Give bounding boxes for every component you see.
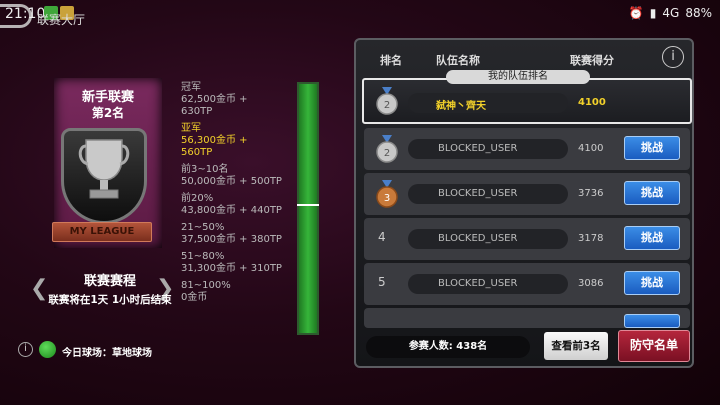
rank-progress-marker bbox=[297, 204, 319, 206]
alarm-icon: ⏰ bbox=[628, 6, 644, 20]
challenge-button[interactable]: 挑战 bbox=[624, 136, 680, 160]
silver-medal-icon: 2 bbox=[376, 135, 398, 163]
schedule-countdown: 联赛将在1天 1小时后结束 bbox=[48, 294, 172, 306]
team-name-bar bbox=[408, 93, 568, 113]
column-header-rank: 排名 bbox=[380, 54, 402, 67]
reward-line: 0金币 bbox=[181, 292, 208, 303]
participant-count: 参赛人数: 438名 bbox=[366, 336, 530, 358]
reward-line: 56,300金币 + bbox=[181, 135, 248, 146]
team-score: 3736 bbox=[578, 188, 604, 199]
reward-title: 冠军 bbox=[181, 82, 201, 93]
team-name: BLOCKED_USER bbox=[438, 233, 518, 244]
reward-title: 21~50% bbox=[181, 222, 225, 233]
challenge-button[interactable]: 挑战 bbox=[624, 271, 680, 295]
reward-line: 43,800金币 + 440TP bbox=[181, 205, 282, 216]
my-team-row: 2 弑神丶齊天 4100 bbox=[362, 78, 692, 124]
leaderboard-row: 3 BLOCKED_USER 3736 挑战 bbox=[364, 173, 690, 215]
svg-text:3: 3 bbox=[384, 193, 390, 204]
bronze-medal-icon: 3 bbox=[376, 180, 398, 208]
team-name: BLOCKED_USER bbox=[438, 188, 518, 199]
info-icon[interactable]: i bbox=[662, 46, 684, 68]
leaderboard-row: 2 BLOCKED_USER 4100 挑战 bbox=[364, 128, 690, 170]
reward-item: 81~100% 0金币 bbox=[181, 280, 291, 304]
team-score: 3178 bbox=[578, 233, 604, 244]
svg-text:2: 2 bbox=[384, 148, 390, 159]
rank-progress-fill bbox=[299, 84, 317, 333]
reward-title: 亚军 bbox=[181, 123, 201, 134]
rank-progress-bar bbox=[297, 82, 319, 335]
league-rank: 第2名 bbox=[91, 106, 125, 120]
challenge-button[interactable]: 挑战 bbox=[624, 181, 680, 205]
team-name: BLOCKED_USER bbox=[438, 143, 518, 154]
battery-level: 88% bbox=[685, 6, 712, 20]
reward-item: 前3~10名 50,000金币 + 500TP bbox=[181, 164, 291, 188]
reward-item: 前20% 43,800金币 + 440TP bbox=[181, 193, 291, 217]
rank-number: 5 bbox=[378, 275, 386, 289]
reward-item: 51~80% 31,300金币 + 310TP bbox=[181, 251, 291, 275]
leaderboard-row-partial bbox=[364, 308, 690, 328]
leaderboard-row: 4 BLOCKED_USER 3178 挑战 bbox=[364, 218, 690, 260]
reward-title: 前3~10名 bbox=[181, 164, 229, 175]
view-top3-button[interactable]: 查看前3名 bbox=[544, 332, 608, 360]
my-team-name: 弑神丶齊天 bbox=[436, 101, 486, 112]
reward-title: 81~100% bbox=[181, 280, 231, 291]
trophy-icon bbox=[78, 139, 130, 199]
reward-title: 51~80% bbox=[181, 251, 225, 262]
league-plaque: MY LEAGUE bbox=[52, 222, 152, 242]
reward-item: 冠军 62,500金币 + 630TP bbox=[181, 82, 291, 118]
svg-text:2: 2 bbox=[384, 100, 390, 111]
silver-medal-icon: 2 bbox=[376, 87, 398, 115]
column-header-score: 联赛得分 bbox=[570, 54, 614, 67]
today-field-label: 今日球场：草地球场 bbox=[62, 348, 152, 359]
grass-field-icon bbox=[39, 341, 56, 358]
reward-line: 560TP bbox=[181, 147, 213, 158]
defense-list-button[interactable]: 防守名单 bbox=[618, 330, 690, 362]
team-name: BLOCKED_USER bbox=[438, 278, 518, 289]
page-title: 联赛大厅 bbox=[37, 13, 86, 27]
reward-line: 50,000金币 + 500TP bbox=[181, 176, 282, 187]
reward-item-current: 亚军 56,300金币 + 560TP bbox=[181, 123, 291, 159]
reward-line: 62,500金币 + bbox=[181, 94, 248, 105]
rank-number: 4 bbox=[378, 230, 386, 244]
leaderboard-row: 5 BLOCKED_USER 3086 挑战 bbox=[364, 263, 690, 305]
signal-icon: ▮ bbox=[649, 6, 657, 20]
challenge-button[interactable] bbox=[624, 314, 680, 328]
column-header-team: 队伍名称 bbox=[436, 54, 480, 67]
my-rank-tag: 我的队伍排名 bbox=[446, 70, 590, 84]
reward-item: 21~50% 37,500金币 + 380TP bbox=[181, 222, 291, 246]
reward-line: 630TP bbox=[181, 106, 213, 117]
schedule-title: 联赛赛程 bbox=[83, 274, 136, 289]
reward-line: 37,500金币 + 380TP bbox=[181, 234, 282, 245]
network-type: 4G bbox=[662, 6, 680, 20]
reward-line: 31,300金币 + 310TP bbox=[181, 263, 282, 274]
league-name: 新手联赛 bbox=[81, 90, 134, 105]
team-score: 3086 bbox=[578, 278, 604, 289]
status-bar: 21:10 联赛大厅 ⏰ ▮ 4G 88% bbox=[0, 0, 720, 28]
my-team-score: 4100 bbox=[578, 97, 606, 108]
reward-list: 冠军 62,500金币 + 630TP 亚军 56,300金币 + 560TP … bbox=[181, 82, 291, 309]
system-icons: ⏰ ▮ 4G 88% bbox=[629, 6, 712, 20]
reward-title: 前20% bbox=[181, 193, 214, 204]
team-score: 4100 bbox=[578, 143, 604, 154]
challenge-button[interactable]: 挑战 bbox=[624, 226, 680, 250]
field-info-icon[interactable]: i bbox=[18, 342, 33, 357]
league-leaderboard: 排名 队伍名称 联赛得分 i 2 弑神丶齊天 4100 我的队伍排名 2 BLO… bbox=[354, 38, 694, 368]
